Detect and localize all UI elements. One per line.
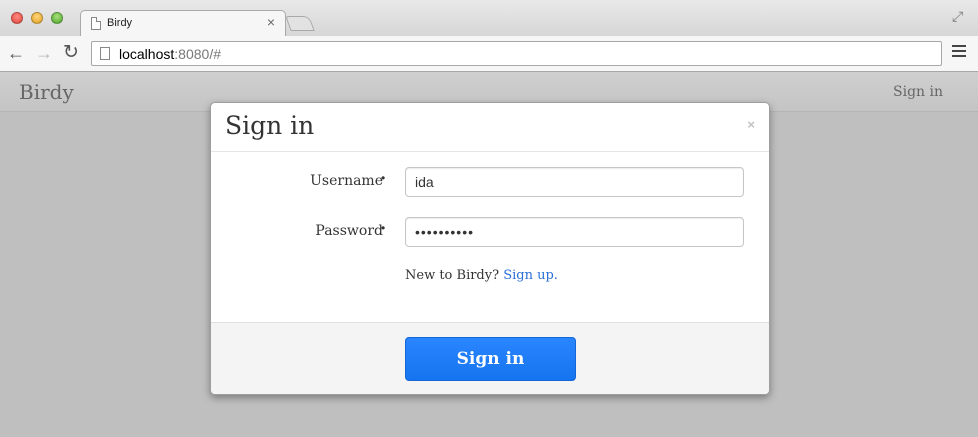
close-window-button[interactable] [11, 12, 23, 24]
address-bar[interactable]: localhost:8080/# [91, 41, 942, 66]
browser-toolbar: ← → ↻ localhost:8080/# [0, 36, 978, 72]
required-marker: • [381, 171, 386, 185]
url-port: :8080 [174, 46, 210, 62]
url-text: localhost:8080/# [119, 46, 221, 62]
minimize-window-button[interactable] [31, 12, 43, 24]
back-arrow-icon[interactable]: ← [7, 43, 25, 63]
brand-logo[interactable]: Birdy [19, 80, 74, 104]
url-host: localhost [119, 46, 175, 62]
forward-arrow-icon[interactable]: → [35, 43, 53, 63]
username-label: Username [310, 173, 383, 189]
password-row: Password • [211, 217, 769, 247]
reload-icon[interactable]: ↻ [63, 43, 79, 63]
new-tab-button[interactable] [285, 16, 315, 31]
zoom-window-button[interactable] [51, 12, 63, 24]
signup-prompt: New to Birdy? Sign up. [405, 268, 558, 283]
tab-close-icon[interactable]: × [267, 14, 275, 30]
browser-tab[interactable]: Birdy × [80, 10, 286, 37]
modal-footer: Sign in [211, 322, 769, 394]
hamburger-menu-icon[interactable] [952, 45, 966, 60]
username-row: Username • [211, 167, 769, 197]
close-icon[interactable]: × [747, 117, 755, 132]
modal-header: Sign in × [211, 103, 769, 152]
password-input[interactable] [405, 217, 744, 247]
signup-text: New to Birdy? [405, 268, 500, 283]
modal-title: Sign in [225, 111, 315, 140]
page-icon [91, 17, 101, 30]
signin-modal: Sign in × Username • Password • New to B… [210, 102, 770, 395]
browser-titlebar: Birdy × ⤢ [0, 0, 978, 37]
signin-submit-button[interactable]: Sign in [405, 337, 576, 381]
username-input[interactable] [405, 167, 744, 197]
fullscreen-icon[interactable]: ⤢ [952, 8, 963, 25]
signup-link[interactable]: Sign up. [503, 268, 558, 283]
url-path: /# [209, 46, 221, 62]
nav-signin-link[interactable]: Sign in [893, 84, 943, 100]
required-marker: • [381, 221, 386, 235]
page-icon [100, 47, 110, 60]
tab-title: Birdy [107, 17, 133, 29]
password-label: Password [315, 223, 383, 239]
